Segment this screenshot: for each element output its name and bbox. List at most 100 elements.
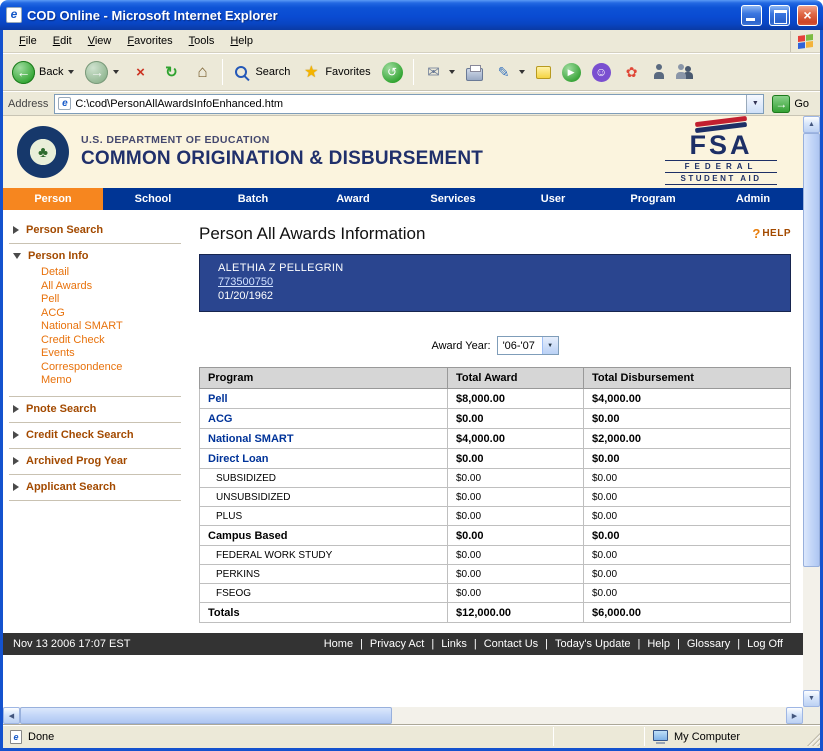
footer-link-home[interactable]: Home bbox=[320, 638, 357, 650]
footer-link-privacy-act[interactable]: Privacy Act bbox=[366, 638, 428, 650]
forward-dropdown-caret[interactable] bbox=[113, 70, 119, 74]
nav-tab-admin[interactable]: Admin bbox=[703, 188, 803, 210]
discuss-button[interactable] bbox=[531, 63, 556, 82]
nav-tab-program[interactable]: Program bbox=[603, 188, 703, 210]
messenger-button[interactable]: ☺ bbox=[587, 60, 616, 85]
window-frame: File Edit View Favorites Tools Help ← Ba… bbox=[0, 30, 823, 751]
sidebar-item-applicant-search[interactable]: Applicant Search bbox=[9, 479, 181, 495]
search-button[interactable]: Search bbox=[228, 61, 295, 83]
media-button[interactable]: ▶ bbox=[557, 60, 586, 85]
chevron-right-icon bbox=[13, 457, 19, 465]
select-dropdown-icon[interactable]: ▼ bbox=[542, 337, 558, 354]
menu-edit[interactable]: Edit bbox=[45, 32, 80, 50]
forward-button[interactable]: → bbox=[80, 58, 124, 87]
nav-tab-user[interactable]: User bbox=[503, 188, 603, 210]
footer-link-log-off[interactable]: Log Off bbox=[743, 638, 787, 650]
sidebar: Person Search Person Info Detail All Awa… bbox=[3, 210, 195, 623]
sidebar-item-person-info[interactable]: Person Info bbox=[9, 248, 181, 264]
sidebar-item-archived-prog-year[interactable]: Archived Prog Year bbox=[9, 453, 181, 469]
sidebar-item-credit-check-search[interactable]: Credit Check Search bbox=[9, 427, 181, 443]
banner-text: U.S. DEPARTMENT OF EDUCATION COMMON ORIG… bbox=[81, 134, 483, 170]
program-link-direct-loan[interactable]: Direct Loan bbox=[208, 453, 269, 465]
sidebar-item-person-search[interactable]: Person Search bbox=[9, 222, 181, 238]
edit-dropdown-caret[interactable] bbox=[519, 70, 525, 74]
profile-button[interactable] bbox=[648, 61, 670, 83]
print-button[interactable] bbox=[461, 61, 488, 84]
edit-button[interactable]: ✎ bbox=[489, 59, 530, 85]
sidebar-item-pell[interactable]: Pell bbox=[41, 293, 181, 307]
person-id-link[interactable]: 773500750 bbox=[218, 276, 273, 288]
vertical-scroll-track[interactable] bbox=[803, 133, 820, 690]
sidebar-item-all-awards[interactable]: All Awards bbox=[41, 280, 181, 294]
scroll-right-button[interactable]: ▶ bbox=[786, 707, 803, 724]
mail-button[interactable]: ✉ bbox=[419, 59, 460, 85]
nav-tab-school[interactable]: School bbox=[103, 188, 203, 210]
address-input[interactable] bbox=[75, 98, 746, 110]
person-dob: 01/20/1962 bbox=[218, 289, 772, 303]
help-link[interactable]: ? HELP bbox=[752, 226, 791, 241]
nav-tab-award[interactable]: Award bbox=[303, 188, 403, 210]
col-header-total-award: Total Award bbox=[448, 368, 584, 389]
program-link-acg[interactable]: ACG bbox=[208, 413, 232, 425]
menu-favorites[interactable]: Favorites bbox=[119, 32, 180, 50]
sidebar-section: Pnote Search bbox=[9, 397, 181, 423]
mail-icon: ✉ bbox=[424, 62, 444, 82]
favorites-button[interactable]: ★ Favorites bbox=[296, 59, 375, 85]
sidebar-item-credit-check[interactable]: Credit Check bbox=[41, 334, 181, 348]
scroll-up-button[interactable]: ▲ bbox=[803, 116, 820, 133]
award-year-select[interactable]: '06-'07 ▼ bbox=[497, 336, 559, 355]
close-button[interactable]: × bbox=[797, 5, 818, 26]
footer-link-glossary[interactable]: Glossary bbox=[683, 638, 734, 650]
sidebar-item-events[interactable]: Events bbox=[41, 347, 181, 361]
table-row-subsidized: SUBSIDIZED $0.00 $0.00 bbox=[200, 469, 791, 488]
program-link-pell[interactable]: Pell bbox=[208, 393, 228, 405]
sidebar-item-correspondence[interactable]: Correspondence bbox=[41, 361, 181, 375]
maximize-button[interactable] bbox=[769, 5, 790, 26]
menu-help[interactable]: Help bbox=[222, 32, 261, 50]
vertical-scrollbar[interactable]: ▲ ▼ bbox=[803, 116, 820, 707]
sidebar-item-pnote-search[interactable]: Pnote Search bbox=[9, 401, 181, 417]
menu-tools[interactable]: Tools bbox=[181, 32, 223, 50]
scroll-left-button[interactable]: ◀ bbox=[3, 707, 20, 724]
footer-link-links[interactable]: Links bbox=[437, 638, 471, 650]
menu-file[interactable]: File bbox=[11, 32, 45, 50]
icq-button[interactable]: ✿ bbox=[617, 59, 647, 85]
back-button[interactable]: ← Back bbox=[7, 58, 79, 87]
section-label: Applicant Search bbox=[26, 481, 116, 493]
sidebar-section: Archived Prog Year bbox=[9, 449, 181, 475]
contacts-button[interactable] bbox=[671, 61, 699, 83]
sidebar-item-memo[interactable]: Memo bbox=[41, 374, 181, 388]
menu-view[interactable]: View bbox=[80, 32, 120, 50]
address-dropdown-button[interactable]: ▼ bbox=[746, 95, 763, 113]
sidebar-item-national-smart[interactable]: National SMART bbox=[41, 320, 181, 334]
nav-tab-person[interactable]: Person bbox=[3, 188, 103, 210]
program-link-national-smart[interactable]: National SMART bbox=[208, 433, 294, 445]
program-cell: SUBSIDIZED bbox=[200, 469, 448, 488]
horizontal-scrollbar[interactable]: ◀ ▶ bbox=[3, 707, 820, 724]
footer-link-help[interactable]: Help bbox=[643, 638, 674, 650]
refresh-button[interactable]: ↻ bbox=[156, 59, 186, 85]
table-row-campus-based: Campus Based $0.00 $0.00 bbox=[200, 526, 791, 546]
go-button[interactable]: → Go bbox=[770, 94, 815, 114]
web-page: ♣ U.S. DEPARTMENT OF EDUCATION COMMON OR… bbox=[3, 116, 803, 707]
home-button[interactable]: ⌂ bbox=[187, 59, 217, 85]
resize-grip[interactable] bbox=[805, 731, 820, 746]
footer-link-todays-update[interactable]: Today's Update bbox=[551, 638, 634, 650]
sidebar-item-acg[interactable]: ACG bbox=[41, 307, 181, 321]
scroll-down-button[interactable]: ▼ bbox=[803, 690, 820, 707]
back-dropdown-caret[interactable] bbox=[68, 70, 74, 74]
title-bar[interactable]: e COD Online - Microsoft Internet Explor… bbox=[0, 0, 823, 30]
sidebar-item-detail[interactable]: Detail bbox=[41, 266, 181, 280]
nav-tab-services[interactable]: Services bbox=[403, 188, 503, 210]
vertical-scroll-thumb[interactable] bbox=[803, 133, 820, 567]
horizontal-scroll-track[interactable] bbox=[20, 707, 786, 724]
search-label: Search bbox=[255, 66, 290, 78]
nav-tab-batch[interactable]: Batch bbox=[203, 188, 303, 210]
footer-link-contact-us[interactable]: Contact Us bbox=[480, 638, 542, 650]
stop-button[interactable]: × bbox=[125, 59, 155, 85]
minimize-button[interactable] bbox=[741, 5, 762, 26]
horizontal-scroll-thumb[interactable] bbox=[20, 707, 392, 724]
mail-dropdown-caret[interactable] bbox=[449, 70, 455, 74]
address-combo[interactable]: e ▼ bbox=[54, 94, 764, 114]
history-button[interactable]: ↺ bbox=[377, 59, 408, 86]
